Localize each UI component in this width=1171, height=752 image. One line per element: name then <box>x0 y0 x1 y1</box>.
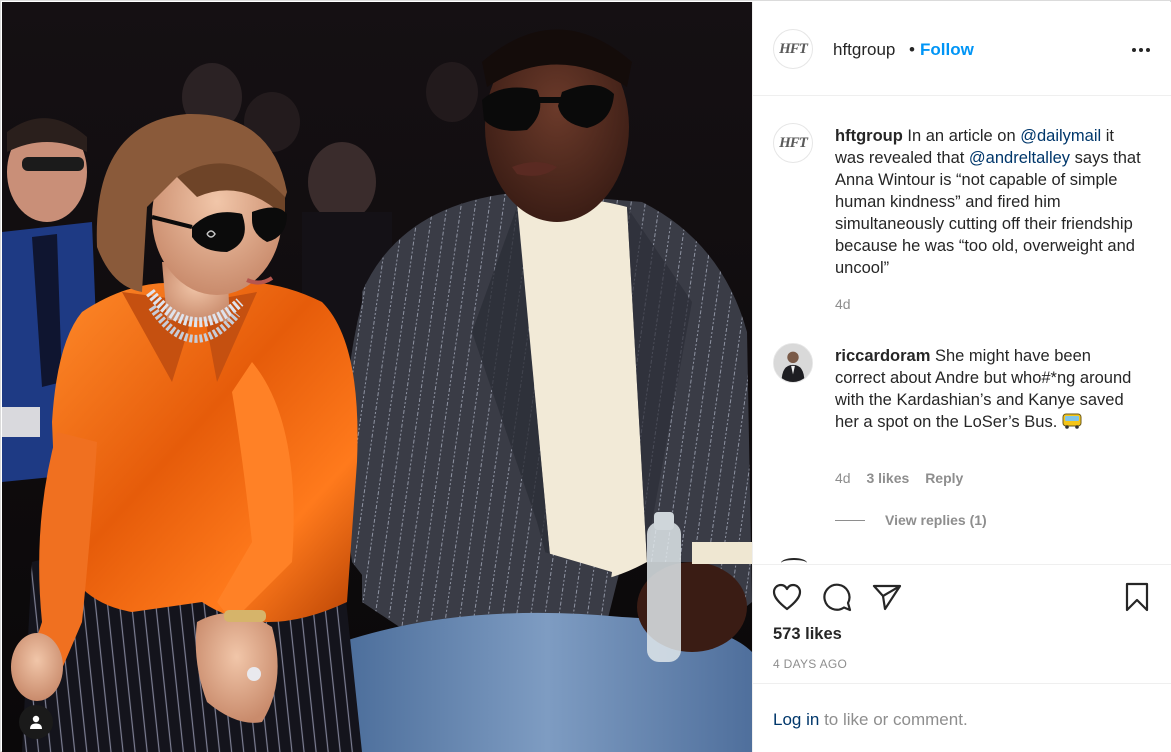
comment-text: riccardoram She might have been correct … <box>835 345 1145 433</box>
comment-avatar[interactable] <box>773 343 813 383</box>
login-prompt: Log in to like or comment. <box>753 683 1171 752</box>
caption-text-part: says that Anna Wintour is “not capable o… <box>835 149 1141 277</box>
comment-button[interactable] <box>821 581 853 613</box>
post-sidebar: HFT hftgroup • Follow HFT hftgroup In an… <box>752 2 1171 752</box>
mention-link[interactable]: @andreltalley <box>969 149 1070 167</box>
author-logo: HFT <box>779 40 808 57</box>
caption-text: hftgroup In an article on @dailymail it … <box>835 125 1145 279</box>
paper-plane-icon <box>872 584 902 611</box>
caption-meta: 4d <box>835 296 863 312</box>
caption-avatar[interactable]: HFT <box>773 123 813 163</box>
post-photo[interactable] <box>2 2 752 752</box>
post-header: HFT hftgroup • Follow <box>753 2 1171 96</box>
comment-likes[interactable]: 3 likes <box>866 470 909 486</box>
photo-illustration <box>2 2 752 752</box>
post-actions: 573 likes 4 DAYS AGO <box>753 564 1171 682</box>
replies-divider <box>835 519 865 521</box>
caption-timestamp[interactable]: 4d <box>835 296 851 312</box>
next-comment-avatar <box>781 558 807 563</box>
save-button[interactable] <box>1121 581 1153 613</box>
tagged-users-button[interactable] <box>19 705 53 739</box>
bookmark-icon <box>1125 582 1149 612</box>
login-link[interactable]: Log in <box>773 710 819 729</box>
more-options-icon <box>1131 39 1152 57</box>
follow-button[interactable]: Follow <box>920 40 974 60</box>
caption-username[interactable]: hftgroup <box>835 127 903 145</box>
comment-meta: 4d 3 likes Reply <box>835 470 975 486</box>
share-button[interactable] <box>871 581 903 613</box>
view-replies-button[interactable]: View replies (1) <box>835 512 987 528</box>
more-options-button[interactable] <box>1129 36 1153 60</box>
caption-text-part: In an article on <box>907 127 1016 145</box>
author-avatar[interactable]: HFT <box>773 29 813 69</box>
likes-count[interactable]: 573 likes <box>773 625 842 644</box>
login-text: Log in to like or comment. <box>773 710 968 730</box>
mention-link[interactable]: @dailymail <box>1020 127 1101 145</box>
comment-bubble-icon <box>823 583 852 612</box>
heart-icon <box>772 583 802 611</box>
post-dialog: HFT hftgroup • Follow HFT hftgroup In an… <box>0 0 1171 752</box>
login-suffix: to like or comment. <box>824 710 968 729</box>
comment-timestamp[interactable]: 4d <box>835 470 851 486</box>
post-date[interactable]: 4 DAYS AGO <box>773 657 847 671</box>
caption-avatar-logo: HFT <box>779 134 808 151</box>
view-replies-label: View replies (1) <box>885 512 987 528</box>
commenter-photo <box>774 344 812 382</box>
comment-username[interactable]: riccardoram <box>835 347 930 365</box>
header-separator: • <box>909 40 915 59</box>
person-icon <box>30 715 42 729</box>
comments-list[interactable]: HFT hftgroup In an article on @dailymail… <box>753 97 1171 563</box>
author-username[interactable]: hftgroup <box>833 40 895 60</box>
bus-emoji-icon <box>1062 413 1082 429</box>
reply-button[interactable]: Reply <box>925 470 963 486</box>
like-button[interactable] <box>771 581 803 613</box>
